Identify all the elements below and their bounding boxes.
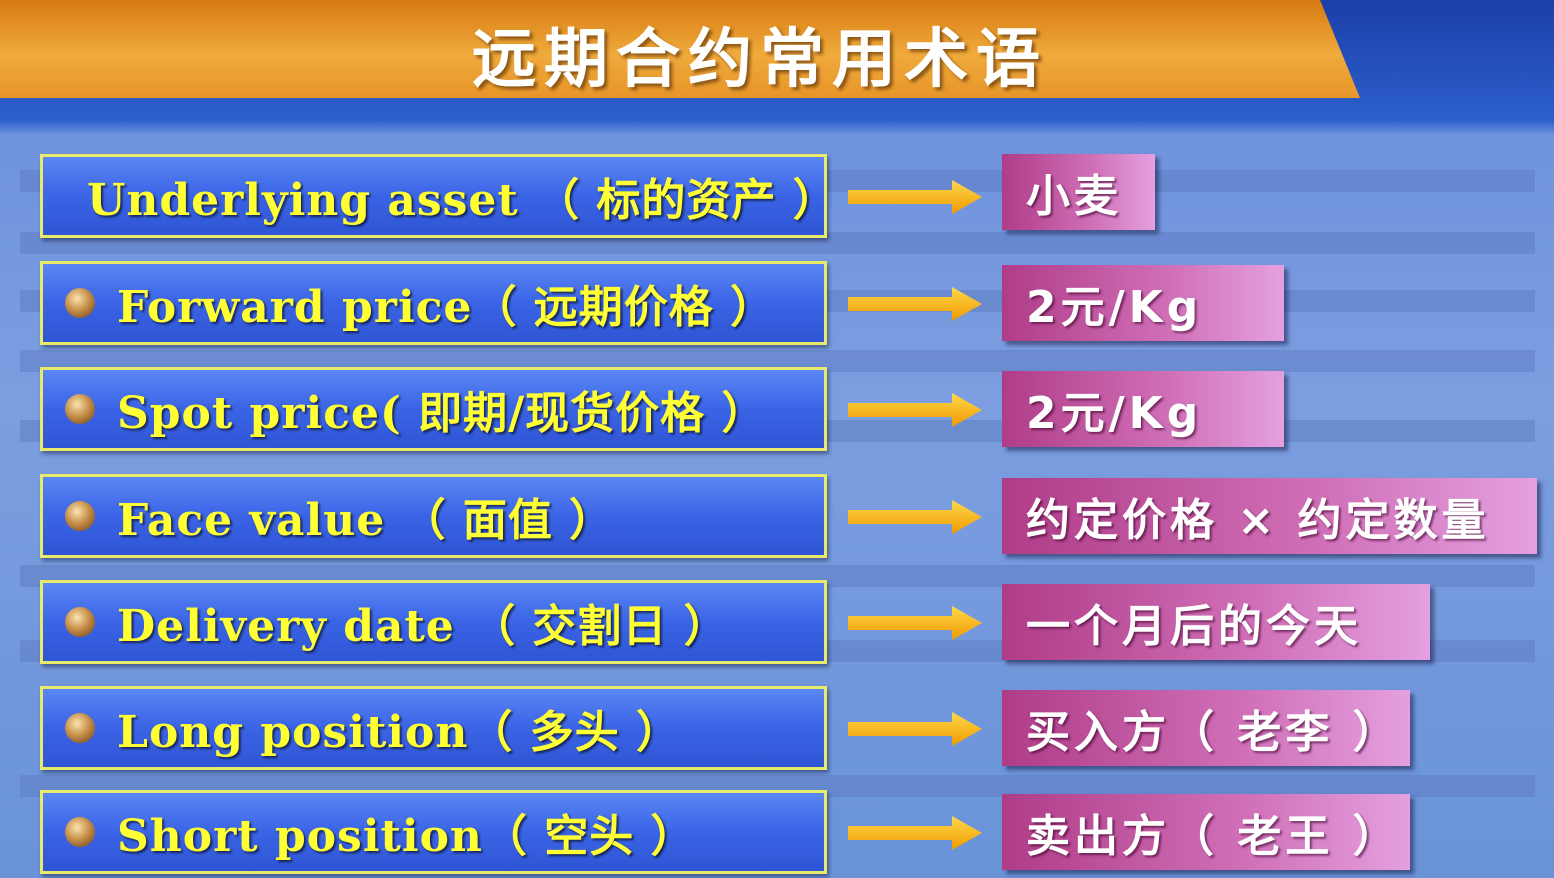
bullet-icon [65, 288, 95, 318]
term-box: Spot price( 即期/现货价格 ） [40, 367, 827, 451]
term-row: Delivery date （ 交割日 ） 一个月后的今天 [0, 580, 1554, 664]
term-label: Spot price( 即期/现货价格 ） [117, 388, 767, 439]
bullet-icon [65, 817, 95, 847]
bullet-icon [65, 713, 95, 743]
term-value: 约定价格 × 约定数量 [1002, 478, 1537, 554]
term-value: 卖出方（ 老王 ） [1002, 794, 1410, 870]
term-value: 买入方（ 老李 ） [1002, 690, 1410, 766]
term-row: Face value （ 面值 ） 约定价格 × 约定数量 [0, 474, 1554, 558]
term-row: Long position（ 多头 ） 买入方（ 老李 ） [0, 686, 1554, 770]
term-label: Underlying asset （ 标的资产 ） [87, 175, 838, 226]
term-value: 小麦 [1002, 154, 1155, 230]
page-title: 远期合约常用术语 [472, 23, 1048, 97]
term-label: Short position（ 空头 ） [117, 811, 696, 862]
term-value: 2元/Kg [1002, 371, 1284, 447]
term-value: 2元/Kg [1002, 265, 1284, 341]
term-label: Forward price（ 远期价格 ） [117, 282, 776, 333]
term-box: Delivery date （ 交割日 ） [40, 580, 827, 664]
term-row: Forward price（ 远期价格 ） 2元/Kg [0, 261, 1554, 345]
arrow-right-icon [848, 393, 982, 427]
arrow-right-icon [848, 606, 982, 640]
arrow-right-icon [848, 712, 982, 746]
arrow-right-icon [848, 500, 982, 534]
term-label: Delivery date （ 交割日 ） [117, 601, 729, 652]
term-box: Short position（ 空头 ） [40, 790, 827, 874]
term-value: 一个月后的今天 [1002, 584, 1430, 660]
term-row: Short position（ 空头 ） 卖出方（ 老王 ） [0, 790, 1554, 874]
arrow-right-icon [848, 180, 982, 214]
bullet-icon [65, 607, 95, 637]
term-box: Long position（ 多头 ） [40, 686, 827, 770]
term-row: Underlying asset （ 标的资产 ） 小麦 [0, 154, 1554, 238]
bullet-icon [65, 394, 95, 424]
term-box: Forward price（ 远期价格 ） [40, 261, 827, 345]
arrow-right-icon [848, 816, 982, 850]
term-box: Face value （ 面值 ） [40, 474, 827, 558]
term-row: Spot price( 即期/现货价格 ） 2元/Kg [0, 367, 1554, 451]
bullet-icon [65, 501, 95, 531]
term-label: Long position（ 多头 ） [117, 707, 681, 758]
term-label: Face value （ 面值 ） [117, 495, 615, 546]
arrow-right-icon [848, 287, 982, 321]
term-box: Underlying asset （ 标的资产 ） [40, 154, 837, 238]
